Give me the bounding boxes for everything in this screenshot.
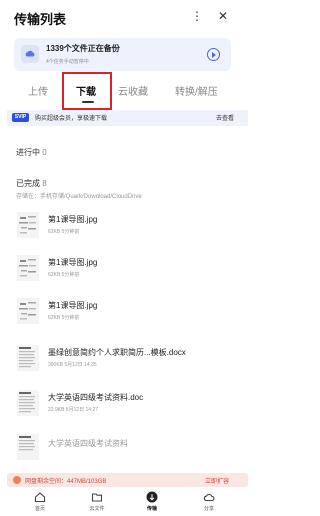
- highlight-box: [62, 72, 112, 110]
- completed-header: 已完成 8: [16, 178, 47, 189]
- file-name: 大学英语四级考试资料.doc: [48, 393, 144, 402]
- file-name: 第1课导图.jpg: [48, 258, 98, 267]
- backup-subtitle: 4个任务手动暂停中: [46, 59, 89, 65]
- file-name: 大学英语四级考试资料: [48, 439, 128, 448]
- header: 传输列表 ⋮ ✕: [0, 0, 255, 34]
- image-thumbnail-icon: [17, 298, 39, 324]
- nav-label-share: 分享: [203, 506, 214, 512]
- tab-bar: 上传 下载 云收藏 转换/解压: [0, 76, 255, 106]
- nav-label-cloud-files: 云文件: [89, 506, 105, 512]
- svip-promo-text: 购买超级会员，享极速下载: [35, 116, 108, 122]
- share-cloud-icon: [203, 494, 215, 502]
- completed-count: 8: [42, 179, 47, 188]
- storage-remaining-text: 网盘剩余空间：447MB/103GB: [25, 479, 107, 485]
- list-item[interactable]: 第1课导图.jpg 62KB 5分钟前: [14, 210, 240, 250]
- nav-item-transfer[interactable]: 传输: [135, 489, 169, 515]
- document-thumbnail-icon: [17, 434, 39, 460]
- file-meta: 390KB 5月12日 14:35: [48, 362, 97, 368]
- folder-icon: [91, 493, 103, 502]
- file-name: 第1课导图.jpg: [48, 215, 98, 224]
- list-item[interactable]: 大学英语四级考试资料.doc 22.9KB 5月12日 14:27: [14, 388, 240, 428]
- document-thumbnail-icon: [17, 390, 39, 416]
- file-name: 第1课导图.jpg: [48, 301, 98, 310]
- svip-badge: SVIP: [12, 113, 29, 122]
- backup-cloud-icon: [21, 45, 39, 63]
- close-icon[interactable]: ✕: [216, 9, 230, 23]
- list-item[interactable]: 第1课导图.jpg 62KB 5分钟前: [14, 296, 240, 336]
- more-vertical-icon[interactable]: ⋮: [190, 9, 204, 23]
- page-title: 传输列表: [14, 12, 67, 27]
- nav-item-share[interactable]: 分享: [192, 489, 226, 515]
- backup-title: 1339个文件正在备份: [46, 44, 120, 53]
- bottom-nav: 首页 云文件 传输 分享: [0, 488, 255, 516]
- play-circle-icon[interactable]: [207, 48, 220, 61]
- nav-label-home: 首页: [34, 506, 45, 512]
- in-progress-count: 0: [42, 148, 47, 157]
- expand-storage-button[interactable]: 立即扩容: [205, 476, 229, 485]
- file-meta: 62KB 5分钟前: [48, 315, 80, 321]
- completed-label: 已完成: [16, 179, 40, 188]
- file-meta: 22.9KB 5月12日 14:27: [48, 407, 99, 413]
- backup-status-card[interactable]: 1339个文件正在备份 4个任务手动暂停中: [14, 38, 231, 71]
- nav-item-cloud-files[interactable]: 云文件: [80, 489, 114, 515]
- file-meta: 62KB 5分钟前: [48, 272, 80, 278]
- tab-convert-extract[interactable]: 转换/解压: [175, 83, 218, 98]
- home-icon: [34, 492, 46, 503]
- in-progress-label: 进行中: [16, 148, 40, 157]
- image-thumbnail-icon: [17, 212, 39, 238]
- storage-path: 存储在：手机存储/Quark/Download/CloudDrive: [16, 194, 142, 200]
- file-meta: 62KB 5分钟前: [48, 229, 80, 235]
- tab-upload[interactable]: 上传: [28, 83, 48, 98]
- tab-cloud-collection[interactable]: 云收藏: [118, 83, 148, 98]
- document-thumbnail-icon: [17, 345, 39, 371]
- storage-warning-bar[interactable]: 网盘剩余空间：447MB/103GB 立即扩容: [7, 473, 248, 487]
- image-thumbnail-icon: [17, 255, 39, 281]
- nav-item-home[interactable]: 首页: [23, 489, 57, 515]
- nav-label-transfer: 传输: [146, 506, 157, 512]
- list-item[interactable]: 大学英语四级考试资料: [14, 432, 240, 470]
- transfer-icon: [146, 491, 158, 503]
- file-name: 墨绿创意简约个人求职简历...模板.docx: [48, 348, 186, 357]
- list-item[interactable]: 墨绿创意简约个人求职简历...模板.docx 390KB 5月12日 14:35: [14, 343, 240, 383]
- svip-view-link[interactable]: 去查看: [216, 113, 234, 122]
- warning-icon: [13, 476, 21, 484]
- list-item[interactable]: 第1课导图.jpg 62KB 5分钟前: [14, 253, 240, 293]
- svip-banner[interactable]: SVIP 购买超级会员，享极速下载 去查看: [7, 110, 248, 126]
- in-progress-header: 进行中 0: [16, 147, 47, 158]
